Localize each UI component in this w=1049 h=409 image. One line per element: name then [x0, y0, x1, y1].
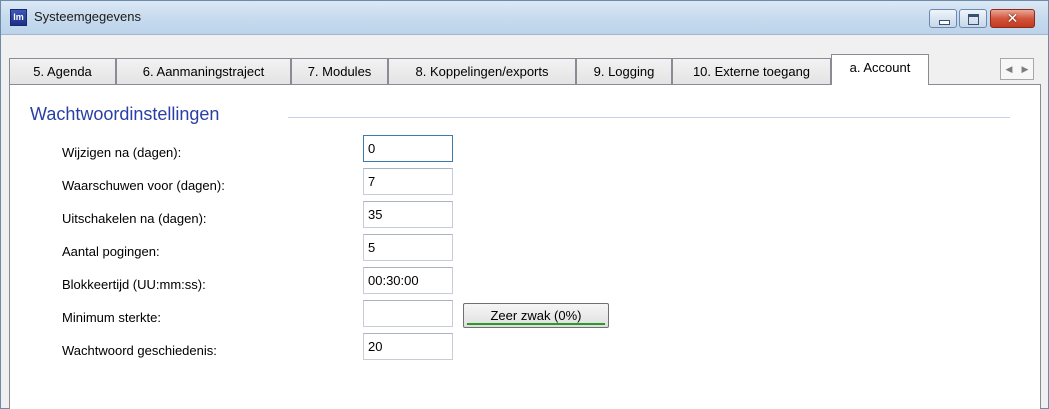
- account-tab-panel: [9, 84, 1041, 409]
- section-divider: [288, 117, 1010, 118]
- strength-label: Zeer zwak (0%): [490, 308, 582, 323]
- title-bar[interactable]: Im Systeemgegevens ✕: [1, 1, 1048, 35]
- label-uitschakelen-na: Uitschakelen na (dagen):: [62, 211, 207, 226]
- main-window: Im Systeemgegevens ✕ 5. Agenda 6. Aanman…: [0, 0, 1049, 409]
- wachtwoord-geschiedenis-input[interactable]: [363, 333, 453, 360]
- label-blokkeertijd: Blokkeertijd (UU:mm:ss):: [62, 277, 206, 292]
- tab-logging[interactable]: 9. Logging: [576, 58, 672, 85]
- label-wijzigen-na: Wijzigen na (dagen):: [62, 145, 182, 160]
- tab-agenda[interactable]: 5. Agenda: [9, 58, 116, 85]
- tab-scroll-right-icon[interactable]: ▶: [1017, 62, 1033, 77]
- uitschakelen-na-input[interactable]: [363, 201, 453, 228]
- waarschuwen-voor-input[interactable]: [363, 168, 453, 195]
- tab-externe-toegang[interactable]: 10. Externe toegang: [672, 58, 831, 85]
- tab-scroll-control: ◀ ▶: [1000, 58, 1034, 80]
- password-strength-button[interactable]: Zeer zwak (0%): [463, 303, 609, 328]
- label-aantal-pogingen: Aantal pogingen:: [62, 244, 160, 259]
- minimize-button[interactable]: [929, 9, 957, 28]
- blokkeertijd-input[interactable]: [363, 267, 453, 294]
- tab-koppelingen-exports[interactable]: 8. Koppelingen/exports: [388, 58, 576, 85]
- window-title: Systeemgegevens: [34, 9, 141, 24]
- wijzigen-na-input[interactable]: [363, 135, 453, 162]
- tab-account[interactable]: a. Account: [831, 54, 929, 85]
- tab-aanmaningstraject[interactable]: 6. Aanmaningstraject: [116, 58, 291, 85]
- tab-modules[interactable]: 7. Modules: [291, 58, 388, 85]
- app-icon[interactable]: Im: [10, 9, 27, 26]
- close-icon: ✕: [1006, 10, 1019, 26]
- close-button[interactable]: ✕: [990, 9, 1035, 28]
- strength-indicator-bar: [467, 323, 605, 325]
- minimum-sterkte-input[interactable]: [363, 300, 453, 327]
- aantal-pogingen-input[interactable]: [363, 234, 453, 261]
- tab-scroll-left-icon[interactable]: ◀: [1001, 62, 1017, 77]
- label-waarschuwen-voor: Waarschuwen voor (dagen):: [62, 178, 225, 193]
- tab-strip: 5. Agenda 6. Aanmaningstraject 7. Module…: [9, 54, 1041, 85]
- label-wachtwoord-geschiedenis: Wachtwoord geschiedenis:: [62, 343, 217, 358]
- section-title: Wachtwoordinstellingen: [30, 104, 220, 124]
- maximize-button[interactable]: [959, 9, 987, 28]
- label-minimum-sterkte: Minimum sterkte:: [62, 310, 161, 325]
